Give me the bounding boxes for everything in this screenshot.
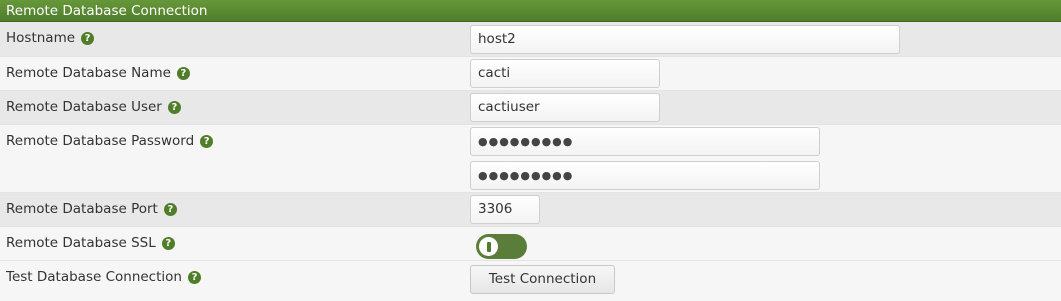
db-user-input[interactable]: cactiuser: [470, 93, 660, 122]
db-name-label: Remote Database Name: [6, 65, 171, 81]
test-connection-button[interactable]: Test Connection: [470, 265, 615, 294]
db-password-row: Remote Database Password ? ●●●●●●●●● ●●●…: [0, 125, 1061, 193]
hostname-label-wrap: Hostname ?: [6, 30, 95, 46]
db-ssl-label: Remote Database SSL: [6, 235, 156, 251]
db-user-label: Remote Database User: [6, 99, 162, 115]
db-port-input[interactable]: 3306: [470, 195, 540, 224]
db-user-row: Remote Database User ? cactiuser: [0, 91, 1061, 125]
db-password-input[interactable]: ●●●●●●●●●: [470, 127, 820, 156]
remote-database-connection-panel: Remote Database Connection Hostname ? ho…: [0, 0, 1061, 301]
help-icon[interactable]: ?: [167, 100, 181, 114]
help-icon[interactable]: ?: [81, 31, 95, 45]
db-user-label-wrap: Remote Database User ?: [6, 99, 181, 115]
db-ssl-row: Remote Database SSL ?: [0, 227, 1061, 261]
test-connection-label: Test Database Connection: [6, 269, 182, 285]
db-password-label: Remote Database Password: [6, 133, 195, 149]
section-title: Remote Database Connection: [6, 3, 208, 19]
db-password-label-wrap: Remote Database Password ?: [6, 133, 214, 149]
help-icon[interactable]: ?: [200, 134, 214, 148]
db-port-row: Remote Database Port ? 3306: [0, 193, 1061, 227]
help-icon[interactable]: ?: [163, 202, 177, 216]
db-name-label-wrap: Remote Database Name ?: [6, 65, 190, 81]
db-name-row: Remote Database Name ? cacti: [0, 57, 1061, 91]
help-icon[interactable]: ?: [161, 236, 175, 250]
toggle-knob-icon: [479, 237, 498, 256]
test-connection-label-wrap: Test Database Connection ?: [6, 269, 201, 285]
db-port-label-wrap: Remote Database Port ?: [6, 201, 177, 217]
db-port-label: Remote Database Port: [6, 201, 158, 217]
db-name-input[interactable]: cacti: [470, 59, 660, 88]
hostname-row: Hostname ? host2: [0, 22, 1061, 57]
db-ssl-label-wrap: Remote Database SSL ?: [6, 235, 175, 251]
hostname-label: Hostname: [6, 30, 76, 46]
db-ssl-toggle[interactable]: [476, 234, 527, 259]
hostname-input[interactable]: host2: [470, 25, 900, 54]
help-icon[interactable]: ?: [187, 270, 201, 284]
help-icon[interactable]: ?: [176, 66, 190, 80]
section-header: Remote Database Connection: [0, 0, 1061, 22]
db-password-confirm-input[interactable]: ●●●●●●●●●: [470, 161, 820, 190]
